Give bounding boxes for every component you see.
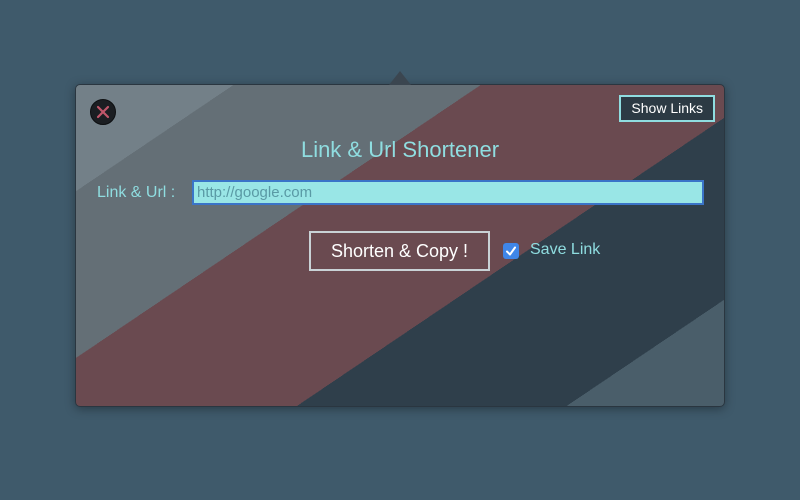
url-field-label: Link & Url :: [97, 184, 176, 201]
popover-arrow: [389, 71, 411, 85]
save-link-checkbox[interactable]: [503, 243, 519, 259]
close-icon: [96, 105, 110, 119]
desktop-background: Show Links Link & Url Shortener Link & U…: [0, 0, 800, 500]
shorten-copy-button[interactable]: Shorten & Copy !: [309, 231, 490, 271]
close-button[interactable]: [90, 99, 116, 125]
save-link-label[interactable]: Save Link: [530, 241, 600, 259]
checkmark-icon: [506, 246, 516, 256]
shortener-popover: Show Links Link & Url Shortener Link & U…: [75, 84, 725, 407]
app-title: Link & Url Shortener: [300, 137, 500, 162]
show-links-button[interactable]: Show Links: [619, 95, 715, 122]
url-input[interactable]: [192, 180, 704, 205]
